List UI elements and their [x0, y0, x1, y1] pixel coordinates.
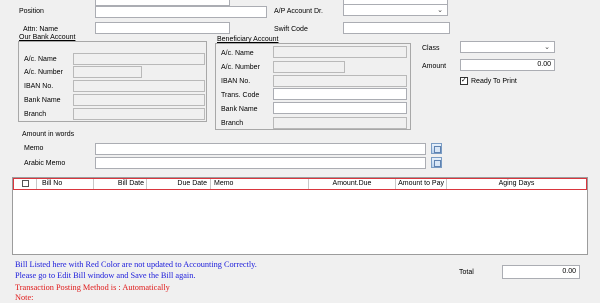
attn-name-input[interactable]: [95, 22, 230, 34]
ben-ac-number-input[interactable]: [273, 61, 345, 73]
our-ac-name-input[interactable]: [73, 53, 205, 65]
arabic-memo-label: Arabic Memo: [24, 160, 66, 167]
ben-ac-name-label: A/c. Name: [221, 50, 254, 57]
position-label: Position: [19, 8, 44, 15]
memo-save-button[interactable]: [431, 143, 442, 154]
ready-to-print-label: Ready To Print: [471, 78, 517, 85]
total-label: Total: [459, 269, 474, 276]
class-label: Class: [422, 45, 440, 52]
ben-bank-name-input[interactable]: [273, 102, 407, 114]
select-all-checkbox[interactable]: [22, 180, 29, 187]
col-due-date[interactable]: Due Date: [147, 179, 211, 189]
ap-account-label: A/P Account Dr.: [274, 8, 323, 15]
ben-ac-name-input[interactable]: [273, 46, 407, 58]
swift-code-label: Swift Code: [274, 26, 308, 33]
class-dropdown[interactable]: ⌄: [460, 41, 555, 53]
our-ac-name-label: A/c. Name: [24, 56, 57, 63]
our-ac-number-label: A/c. Number: [24, 69, 63, 76]
our-branch-input[interactable]: [73, 108, 205, 120]
bills-grid[interactable]: Bill No Bill Date Due Date Memo Amount.D…: [12, 177, 588, 255]
our-ac-number-input[interactable]: [73, 66, 142, 78]
ben-bank-name-label: Bank Name: [221, 106, 258, 113]
our-iban-input[interactable]: [73, 80, 205, 92]
col-amount-due[interactable]: Amount.Due: [309, 179, 396, 189]
our-bank-name-label: Bank Name: [24, 97, 61, 104]
ben-trans-code-label: Trans. Code: [221, 92, 260, 99]
note-red-color-bills: Bill Listed here with Red Color are not …: [15, 260, 257, 269]
check-icon: ✓: [461, 77, 467, 84]
memo-input[interactable]: [95, 143, 426, 155]
ready-to-print-checkbox[interactable]: ✓: [460, 77, 468, 85]
save-icon: [434, 146, 441, 153]
ben-branch-input[interactable]: [273, 117, 407, 129]
our-iban-label: IBAN No.: [24, 83, 54, 90]
col-memo[interactable]: Memo: [211, 179, 309, 189]
position-input[interactable]: [95, 6, 267, 18]
col-bill-no[interactable]: Bill No: [37, 179, 94, 189]
ben-trans-code-input[interactable]: [273, 88, 407, 100]
note-label: Note:: [15, 293, 34, 302]
ben-iban-label: IBAN No.: [221, 78, 251, 85]
ap-account-dropdown[interactable]: ⌄: [343, 4, 448, 16]
ben-branch-label: Branch: [221, 120, 244, 127]
memo-label: Memo: [24, 145, 44, 152]
col-bill-date[interactable]: Bill Date: [94, 179, 147, 189]
ben-iban-input[interactable]: [273, 75, 407, 87]
arabic-memo-save-button[interactable]: [431, 157, 442, 168]
amount-label: Amount: [422, 63, 447, 70]
note-posting-method: Transaction Posting Method is : Automati…: [15, 283, 170, 292]
our-bank-name-input[interactable]: [73, 94, 205, 106]
amount-in-words-label: Amount in words: [22, 131, 75, 138]
col-amount-to-pay[interactable]: Amount to Pay: [396, 179, 447, 189]
chevron-down-icon: ⌄: [544, 44, 550, 51]
header-select-cell[interactable]: [14, 179, 37, 189]
our-branch-label: Branch: [24, 111, 47, 118]
grid-header: Bill No Bill Date Due Date Memo Amount.D…: [13, 178, 587, 190]
save-icon: [434, 160, 441, 167]
arabic-memo-input[interactable]: [95, 157, 426, 169]
chevron-down-icon: ⌄: [437, 7, 443, 14]
ben-ac-number-label: A/c. Number: [221, 64, 260, 71]
total-input[interactable]: 0.00: [502, 265, 580, 279]
col-aging-days[interactable]: Aging Days: [447, 179, 586, 189]
swift-code-input[interactable]: [343, 22, 450, 34]
amount-input[interactable]: 0.00: [460, 59, 555, 71]
note-edit-bill: Please go to Edit Bill window and Save t…: [15, 271, 196, 280]
